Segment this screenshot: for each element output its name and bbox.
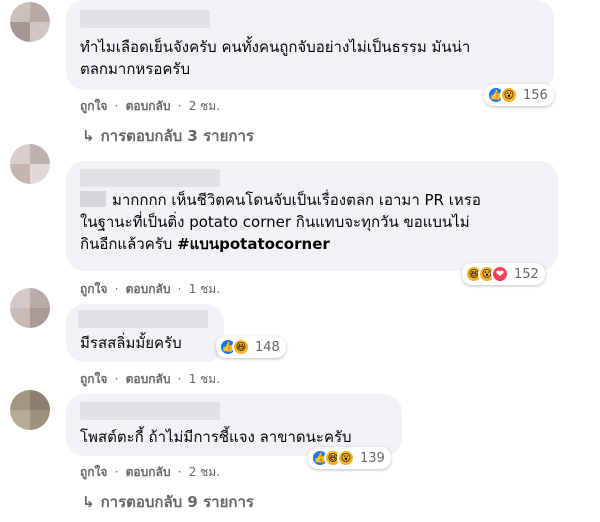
comment-bubble: มากกกก เห็นชีวิตคนโดนจับเป็นเรื่องตลก เอ…	[66, 161, 558, 271]
timestamp[interactable]: 1 ชม.	[189, 372, 220, 386]
comment-text: ทำไมเลือดเย็นจังครับ คนทั้งคนถูกจับอย่าง…	[80, 38, 471, 78]
separator-dot: ·	[114, 282, 119, 296]
separator-dot: ·	[114, 465, 119, 479]
comment-actions: ถูกใจ · ตอบกลับ · 1 ชม.	[80, 280, 220, 299]
comment-text: โพสต์ตะกี้ ถ้าไม่มีการชี้แจง ลาขาดนะครับ	[80, 428, 352, 446]
reaction-count: 156	[523, 87, 548, 103]
name-tag[interactable]	[80, 191, 106, 207]
reaction-summary[interactable]: 😆 😮 ❤ 152	[462, 263, 545, 285]
wow-icon: 😮	[500, 86, 518, 104]
comment-text: มากกกก เห็นชีวิตคนโดนจับเป็นเรื่องตลก เอ…	[80, 191, 481, 253]
comment-bubble: ทำไมเลือดเย็นจังครับ คนทั้งคนถูกจับอย่าง…	[66, 0, 554, 90]
reaction-summary[interactable]: 👍 😮 156	[484, 84, 554, 106]
reply-link[interactable]: ตอบกลับ	[126, 99, 171, 113]
avatar[interactable]	[10, 144, 50, 184]
reply-link[interactable]: ตอบกลับ	[126, 465, 171, 479]
comment-text: มีรสสลิ่มมั้ยครับ	[80, 334, 182, 352]
reaction-count: 139	[360, 450, 385, 466]
reaction-count: 152	[514, 266, 539, 282]
separator-dot: ·	[114, 99, 119, 113]
love-icon: ❤	[491, 265, 509, 283]
avatar[interactable]	[10, 2, 50, 42]
commenter-name[interactable]	[80, 402, 220, 420]
comment-actions: ถูกใจ · ตอบกลับ · 1 ชม.	[80, 370, 220, 389]
like-link[interactable]: ถูกใจ	[80, 372, 107, 386]
reaction-summary[interactable]: 👍 😆 148	[216, 336, 286, 358]
reply-link[interactable]: ตอบกลับ	[126, 282, 171, 296]
view-replies-link[interactable]: ↳ การตอบกลับ 9 รายการ	[82, 490, 254, 514]
wow-icon: 😮	[337, 449, 355, 467]
reaction-count: 148	[255, 339, 280, 355]
avatar[interactable]	[10, 288, 50, 328]
separator-dot: ·	[177, 99, 182, 113]
hashtag-link[interactable]: #แบนpotatocorner	[177, 235, 330, 253]
reply-arrow-icon: ↳	[82, 127, 95, 145]
comment-actions: ถูกใจ · ตอบกลับ · 2 ชม.	[80, 97, 220, 116]
replies-label: การตอบกลับ 3 รายการ	[100, 127, 254, 145]
timestamp[interactable]: 2 ชม.	[189, 465, 220, 479]
separator-dot: ·	[177, 465, 182, 479]
comment-actions: ถูกใจ · ตอบกลับ · 2 ชม.	[80, 463, 220, 482]
timestamp[interactable]: 1 ชม.	[189, 282, 220, 296]
haha-icon: 😆	[232, 338, 250, 356]
like-link[interactable]: ถูกใจ	[80, 282, 107, 296]
like-link[interactable]: ถูกใจ	[80, 99, 107, 113]
commenter-name[interactable]	[80, 10, 210, 28]
timestamp[interactable]: 2 ชม.	[189, 99, 220, 113]
commenter-name[interactable]	[78, 310, 208, 328]
commenter-name[interactable]	[80, 169, 220, 187]
replies-label: การตอบกลับ 9 รายการ	[100, 493, 254, 511]
reaction-summary[interactable]: 👍 😆 😮 139	[308, 447, 391, 469]
avatar[interactable]	[10, 390, 50, 430]
separator-dot: ·	[114, 372, 119, 386]
reply-link[interactable]: ตอบกลับ	[126, 372, 171, 386]
view-replies-link[interactable]: ↳ การตอบกลับ 3 รายการ	[82, 124, 254, 148]
reply-arrow-icon: ↳	[82, 493, 95, 511]
separator-dot: ·	[177, 372, 182, 386]
like-link[interactable]: ถูกใจ	[80, 465, 107, 479]
comment-bubble: มีรสสลิ่มมั้ยครับ	[66, 304, 224, 362]
separator-dot: ·	[177, 282, 182, 296]
